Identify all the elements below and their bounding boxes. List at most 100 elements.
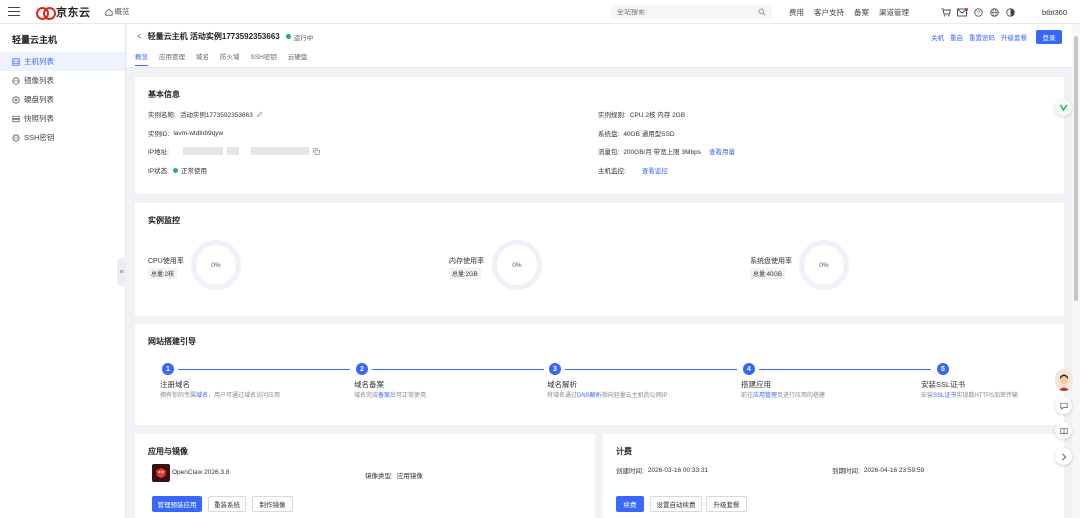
- global-search[interactable]: [611, 5, 772, 19]
- step-5-link[interactable]: SSL证书: [933, 393, 956, 399]
- traffic-value: 200GB/月 带宽上限 3Mbps: [623, 149, 701, 156]
- step-1-link[interactable]: 域名: [196, 393, 208, 399]
- sidebar-item-images[interactable]: 镜像列表: [0, 71, 125, 90]
- step-1-title: 注册域名: [160, 380, 190, 389]
- upgrade-plan-button-billing[interactable]: 升级套餐: [706, 496, 747, 512]
- step-4-number: 4: [743, 363, 755, 375]
- sidebar-item-disks[interactable]: 硬盘列表: [0, 90, 125, 109]
- instance-monitor-title: 实例监控: [148, 216, 180, 225]
- globe-icon[interactable]: [988, 6, 1000, 18]
- status-text: 运行中: [293, 34, 314, 42]
- view-monitor-link[interactable]: 查看监控: [642, 165, 668, 175]
- running-dot-icon: [285, 34, 291, 39]
- overview-link[interactable]: 概览: [104, 6, 130, 17]
- created-time-label: 创建时间:: [616, 468, 644, 475]
- jd-cloud-logo-icon: [36, 6, 56, 20]
- upgrade-plan-button[interactable]: 升级套餐: [1001, 32, 1027, 42]
- step-2-link[interactable]: 备案: [378, 393, 390, 399]
- search-icon[interactable]: [758, 8, 766, 16]
- instance-tabs: 概览 应用管理 域名 防火墙 SSH密钥 云硬盘: [135, 51, 318, 66]
- step-desc-text: 前往: [741, 393, 754, 399]
- home-icon: [104, 8, 113, 16]
- app-image-title: 应用与镜像: [148, 447, 188, 456]
- step-4-link[interactable]: 应用管理: [753, 393, 777, 399]
- instance-id-row: 实例ID: lavm-wtdlnb9qyw: [148, 128, 223, 139]
- disk-icon: [12, 95, 20, 104]
- memory-usage-value: 0%: [512, 261, 522, 269]
- chat-icon[interactable]: [1055, 397, 1072, 414]
- back-icon[interactable]: <: [137, 32, 142, 41]
- created-time-row: 创建时间: 2026-03-16 00:33:31: [616, 465, 709, 476]
- created-time-value: 2026-03-16 00:33:31: [647, 466, 709, 474]
- step-desc-text: 拥有你的专属: [160, 393, 197, 399]
- renew-button[interactable]: 续费: [616, 496, 644, 512]
- restart-button[interactable]: 重启: [950, 32, 963, 42]
- edit-icon[interactable]: [256, 111, 263, 118]
- step-1-number: 1: [162, 363, 174, 375]
- page-title: < 轻量云主机 活动实例1773592353663 运行中: [137, 31, 313, 42]
- memory-total: 总量:2GB: [449, 268, 481, 279]
- scrollbar-thumb[interactable]: [1074, 36, 1078, 301]
- step-2-title: 域名备案: [354, 380, 384, 389]
- reinstall-system-button[interactable]: 重装系统: [208, 496, 246, 512]
- tab-overview[interactable]: 概览: [135, 51, 148, 66]
- cpu-usage-label: CPU使用率: [148, 258, 184, 265]
- chevron-right-icon[interactable]: [1055, 448, 1072, 465]
- nav-billing[interactable]: 费用: [789, 7, 804, 18]
- tab-app-management[interactable]: 应用管理: [159, 51, 185, 66]
- nav-support[interactable]: 客户支持: [814, 7, 844, 18]
- username[interactable]: btbt360: [1042, 8, 1067, 17]
- website-guide-title: 网站搭建引导: [148, 337, 196, 346]
- book-icon[interactable]: [1055, 422, 1072, 439]
- step-5-number: 5: [937, 363, 949, 375]
- menu-icon[interactable]: [8, 7, 20, 16]
- image-type-value: 应用镜像: [396, 473, 423, 480]
- sidebar-item-ssh-keys[interactable]: SSH密钥: [0, 128, 125, 147]
- step-3-title: 域名解析: [547, 380, 577, 389]
- tab-ssh-keys[interactable]: SSH密钥: [251, 51, 277, 66]
- manage-apps-button[interactable]: 管理预装应用: [152, 496, 202, 512]
- instance-name-row: 实例名称: 活动实例1773592353663: [148, 109, 263, 119]
- step-3-desc: 将域名通过DNS解析指向轻量云主机的公网IP: [547, 391, 732, 402]
- disk-total: 总量:40GB: [750, 268, 786, 279]
- tab-domain[interactable]: 域名: [196, 51, 209, 66]
- ip-status-value: 正常使用: [180, 168, 207, 175]
- expire-time-value: 2026-04-16 23:59:59: [863, 466, 925, 474]
- support-avatar[interactable]: [1055, 369, 1073, 391]
- reset-password-button[interactable]: 重置密码: [969, 32, 995, 42]
- view-usage-link[interactable]: 查看用量: [709, 146, 735, 156]
- nav-filing[interactable]: 备案: [854, 7, 869, 18]
- step-3-link[interactable]: DNS解析: [577, 393, 602, 399]
- assistant-float-icon[interactable]: [1055, 99, 1072, 116]
- brand-logo[interactable]: 京东云: [36, 4, 91, 20]
- cart-icon[interactable]: [940, 6, 952, 18]
- traffic-row: 流量包: 200GB/月 带宽上限 3Mbps 查看用量: [598, 146, 735, 156]
- status-badge: 运行中: [285, 32, 314, 42]
- step-desc-text: 后可正常使用: [390, 393, 427, 399]
- sidebar-collapse-toggle[interactable]: ≡: [117, 258, 126, 286]
- page-scrollbar[interactable]: [1072, 24, 1080, 518]
- step-3-number: 3: [549, 363, 561, 375]
- step-desc-text: 实现数HTTPS加密传输: [956, 393, 1019, 399]
- sidebar-item-instances[interactable]: 主机列表: [0, 52, 125, 71]
- tab-firewall[interactable]: 防火墙: [220, 51, 240, 66]
- mail-icon[interactable]: [956, 6, 968, 18]
- step-5-desc: 安装SSL证书实现数HTTPS加密传输: [921, 391, 1021, 402]
- image-type-label: 镜像类型:: [365, 473, 393, 480]
- sidebar-item-snapshots[interactable]: 快照列表: [0, 109, 125, 128]
- login-button[interactable]: 登录: [1036, 30, 1062, 44]
- auto-renew-button[interactable]: 设置自动续费: [650, 496, 702, 512]
- theme-toggle-icon[interactable]: [1004, 6, 1016, 18]
- header-actions: 关机 重启 重置密码 升级套餐 登录: [925, 30, 1062, 44]
- nav-channel[interactable]: 渠道管理: [879, 7, 909, 18]
- expire-time-label: 到期时间:: [832, 468, 860, 475]
- create-image-button[interactable]: 制作镜像: [252, 496, 293, 512]
- snapshot-icon: [12, 115, 20, 122]
- ip-status-dot-icon: [172, 167, 178, 173]
- shutdown-button[interactable]: 关机: [931, 32, 944, 42]
- search-input[interactable]: [617, 8, 737, 16]
- copy-icon[interactable]: [313, 147, 320, 155]
- help-icon[interactable]: ?: [972, 6, 984, 18]
- tab-cloud-disk[interactable]: 云硬盘: [288, 51, 308, 66]
- disk-usage-gauge: 0%: [799, 240, 849, 290]
